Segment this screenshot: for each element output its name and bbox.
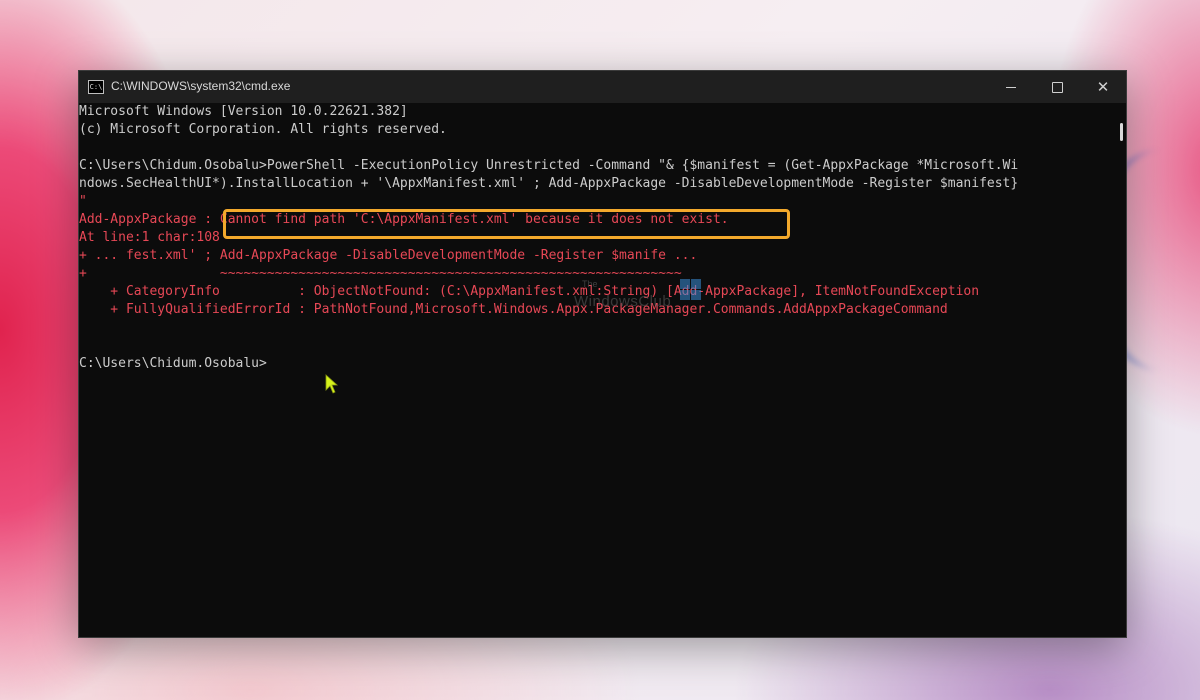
watermark-small-text: The — [582, 279, 598, 289]
error-line: + CategoryInfo : ObjectNotFound: (C:\App… — [79, 284, 980, 299]
console-line: ndows.SecHealthUI*).InstallLocation + '\… — [79, 176, 1019, 191]
watermark: The WindowsClub — [574, 279, 701, 313]
cmd-window[interactable]: C:\ C:\WINDOWS\system32\cmd.exe ✕ Micros… — [78, 70, 1127, 638]
error-line: At line:1 char:108 — [79, 230, 220, 245]
prompt-line[interactable]: C:\Users\Chidum.Osobalu> — [79, 355, 267, 373]
window-title: C:\WINDOWS\system32\cmd.exe — [111, 79, 291, 93]
mouse-pointer-icon — [325, 374, 339, 394]
cmd-icon: C:\ — [88, 80, 104, 94]
close-icon: ✕ — [1096, 77, 1110, 96]
console-line: C:\Users\Chidum.Osobalu>PowerShell -Exec… — [79, 158, 1019, 173]
console-output[interactable]: Microsoft Windows [Version 10.0.22621.38… — [79, 103, 1112, 637]
console-line: Microsoft Windows [Version 10.0.22621.38… — [79, 104, 408, 119]
close-button[interactable]: ✕ — [1080, 71, 1126, 103]
scrollbar-thumb[interactable] — [1120, 123, 1123, 141]
maximize-button[interactable] — [1034, 71, 1080, 103]
console-line: " — [79, 194, 87, 209]
error-line: + ... fest.xml' ; Add-AppxPackage -Disab… — [79, 248, 698, 263]
maximize-icon — [1051, 81, 1063, 93]
windows-logo-icon — [680, 279, 702, 301]
watermark-text: WindowsClub — [574, 293, 672, 310]
minimize-icon — [1006, 86, 1016, 88]
title-bar[interactable]: C:\ C:\WINDOWS\system32\cmd.exe ✕ — [79, 71, 1126, 103]
minimize-button[interactable] — [988, 71, 1034, 103]
console-line: (c) Microsoft Corporation. All rights re… — [79, 122, 447, 137]
error-highlight-box — [223, 209, 790, 239]
error-line: + FullyQualifiedErrorId : PathNotFound,M… — [79, 302, 948, 317]
